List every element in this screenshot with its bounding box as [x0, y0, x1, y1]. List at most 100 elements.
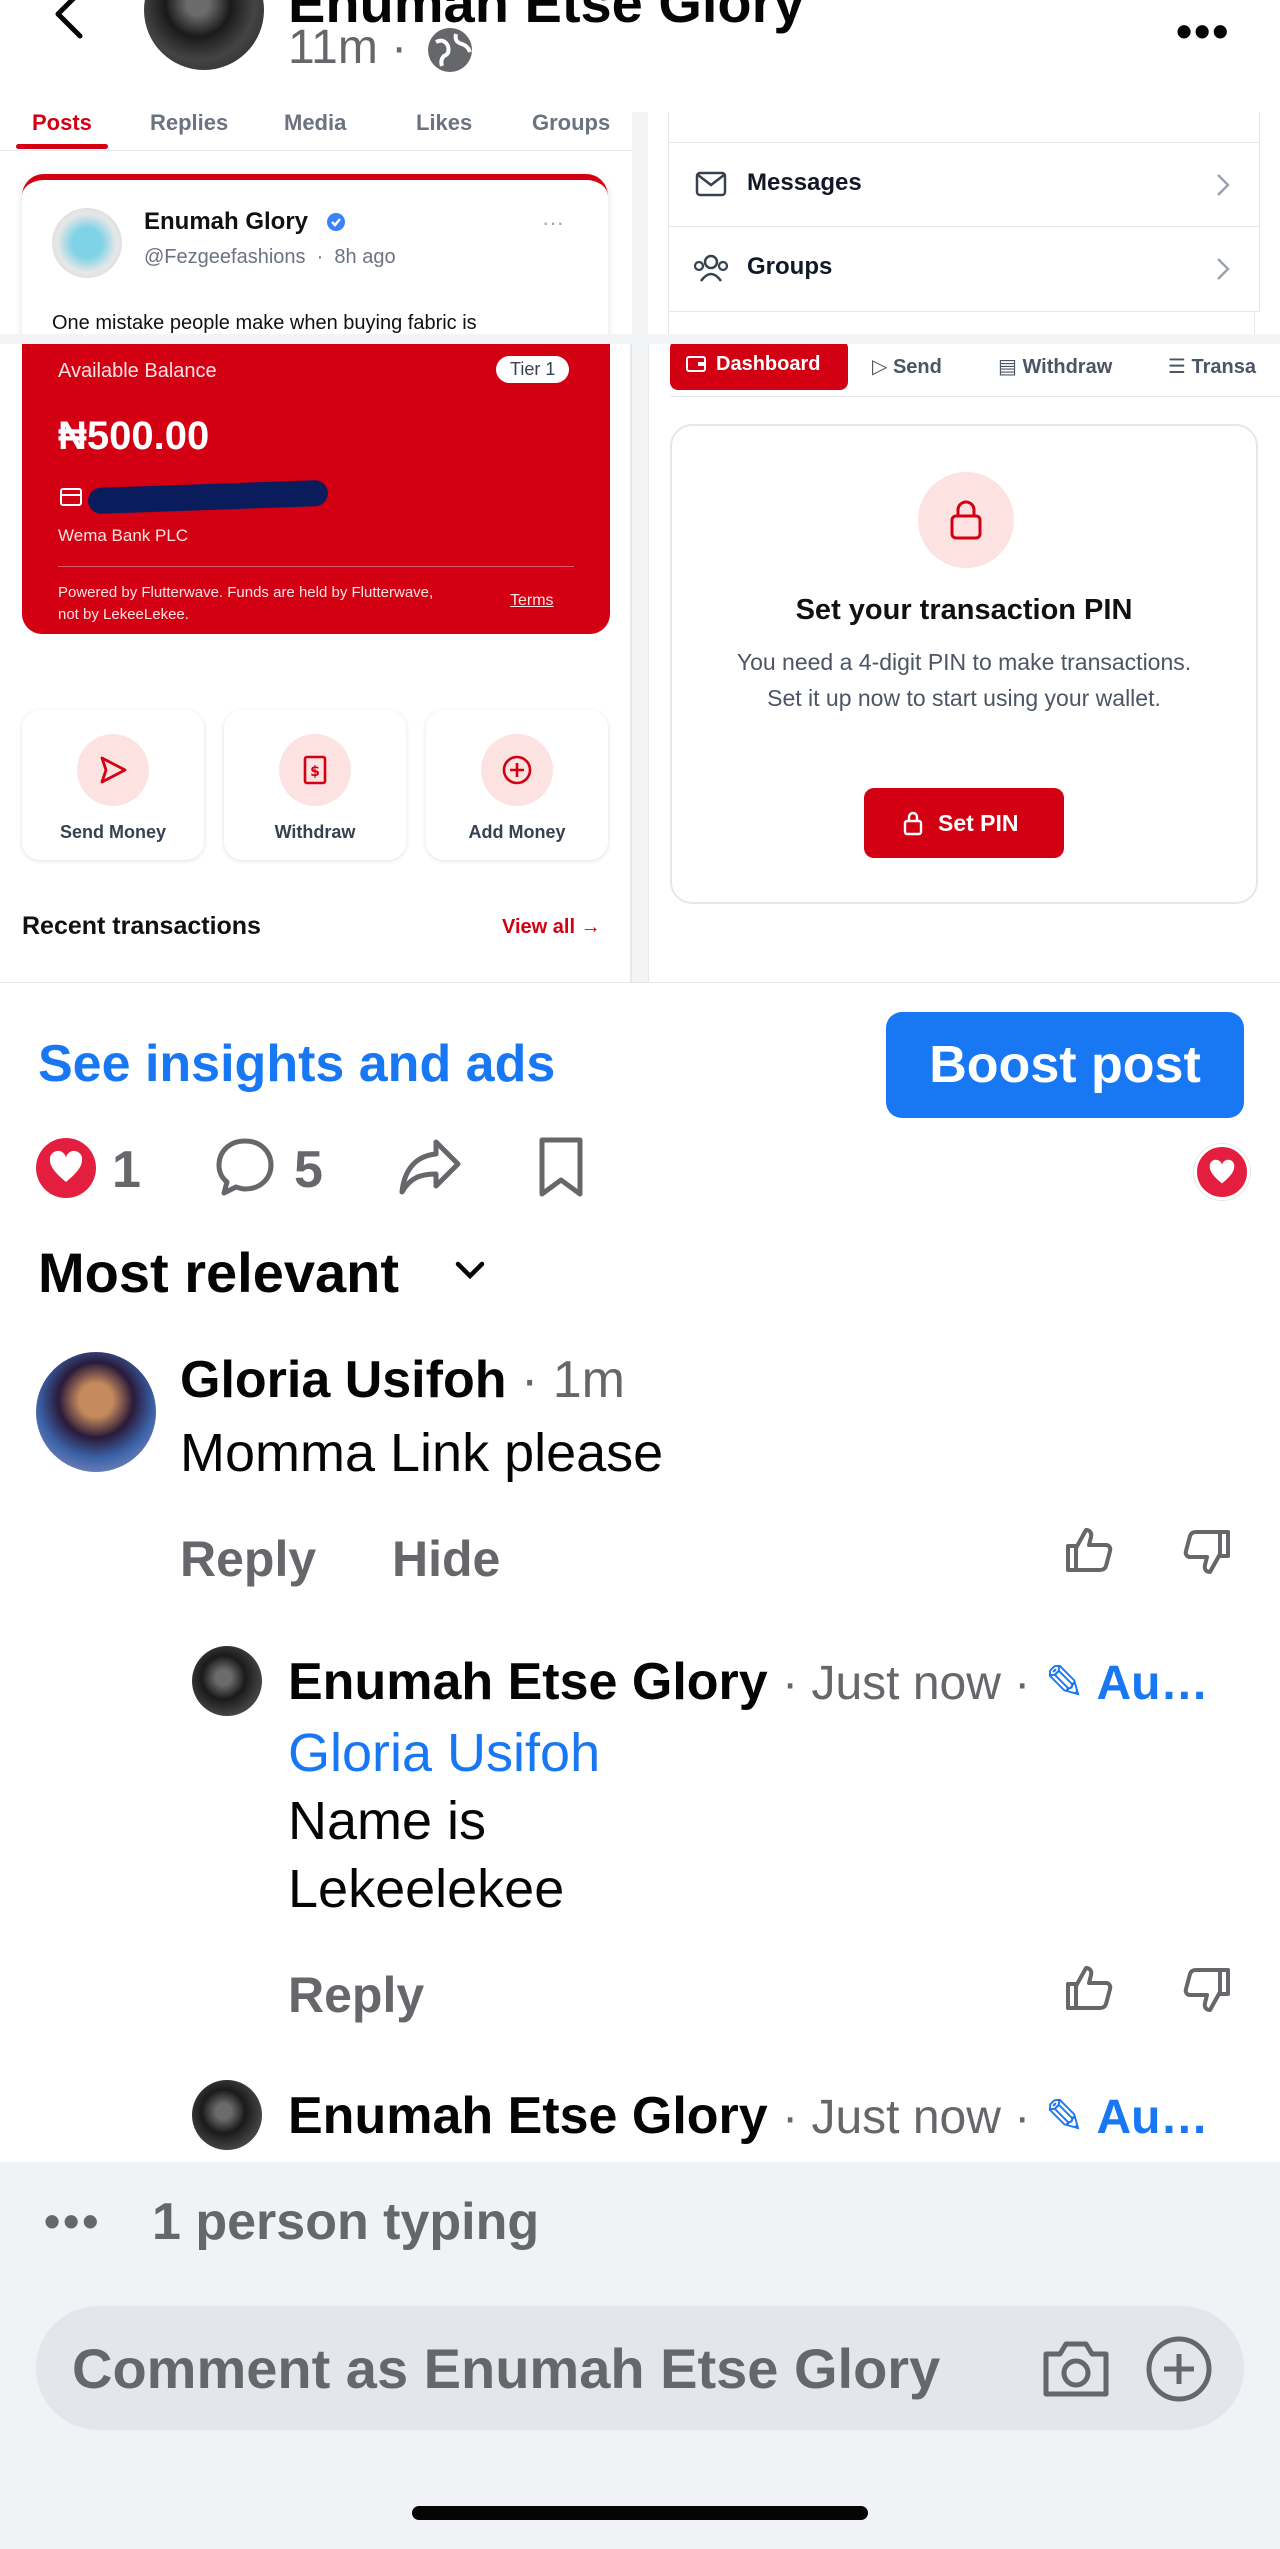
like-reaction[interactable]: [36, 1138, 96, 1198]
author-badge-label: Au…: [1096, 2091, 1209, 2144]
globe-icon: [428, 28, 472, 72]
post-card[interactable]: Enumah Glory @Fezgeefashions · 8h ago ··…: [22, 174, 608, 334]
send-money-action[interactable]: Send Money: [22, 710, 204, 860]
tier-badge: Tier 1: [496, 356, 570, 383]
thumbs-down-icon[interactable]: [1182, 1964, 1234, 2016]
tab-dashboard[interactable]: Dashboard: [670, 344, 848, 390]
set-pin-label: Set PIN: [938, 810, 1019, 836]
menu-row-hidden: [668, 112, 1260, 144]
divider: [58, 566, 574, 567]
divider: [0, 150, 632, 151]
add-money-action[interactable]: Add Money: [426, 710, 608, 860]
users-icon: [693, 254, 729, 282]
profile-panel: Posts Replies Media Likes Groups Enumah …: [0, 112, 632, 334]
withdraw-action[interactable]: $ Withdraw: [224, 710, 406, 860]
lock-icon: [903, 811, 923, 836]
tab-likes[interactable]: Likes: [416, 112, 472, 136]
tab-withdraw[interactable]: ▤ Withdraw: [998, 354, 1112, 379]
post-card-snippet: One mistake people make when buying fabr…: [52, 312, 477, 334]
add-circle-icon: [502, 755, 532, 785]
balance-amount: ₦500.00: [58, 414, 210, 458]
view-all-link[interactable]: View all →: [502, 916, 601, 939]
thumbs-up-icon[interactable]: [1062, 1962, 1114, 2014]
tab-groups[interactable]: Groups: [532, 112, 610, 136]
post-card-name: Enumah Glory: [144, 208, 309, 235]
reply-header: Enumah Etse Glory · Just now · ✎ Au…: [288, 1652, 1248, 1712]
boost-post-label: Boost post: [929, 1036, 1201, 1094]
sort-dropdown[interactable]: Most relevant: [38, 1240, 399, 1305]
reply-text-line1: Name is: [288, 1791, 487, 1851]
typing-dots-icon: •••: [44, 2195, 102, 2247]
post-image[interactable]: Posts Replies Media Likes Groups Enumah …: [0, 112, 1280, 983]
comment-icon[interactable]: [214, 1136, 276, 1198]
add-circle-icon[interactable]: [1144, 2334, 1214, 2404]
balance-card: Available Balance Tier 1 ₦500.00 Wema Ba…: [22, 344, 610, 634]
hide-button[interactable]: Hide: [392, 1530, 500, 1588]
thumbs-up-icon[interactable]: [1062, 1524, 1114, 1576]
chevron-down-icon[interactable]: [452, 1258, 488, 1282]
tab-label: Send: [892, 356, 942, 378]
tab-replies[interactable]: Replies: [150, 112, 228, 136]
tab-posts[interactable]: Posts: [32, 112, 92, 136]
see-insights-link[interactable]: See insights and ads: [38, 1034, 555, 1094]
home-indicator: [412, 2506, 868, 2520]
icon-circle: $: [279, 734, 351, 806]
lock-icon: [950, 500, 982, 540]
verified-icon: [327, 213, 345, 231]
comment-input[interactable]: Comment as Enumah Etse Glory: [36, 2306, 1244, 2430]
menu-panel: Messages Groups: [648, 112, 1280, 334]
action-label: Send Money: [59, 822, 166, 842]
lock-circle: [918, 472, 1014, 568]
view-all-label: View all: [502, 916, 576, 938]
post-card-handle: @Fezgeefashions · 8h ago: [144, 246, 396, 268]
post-card-handle-text: @Fezgeefashions: [144, 246, 306, 268]
comment-input-placeholder: Comment as Enumah Etse Glory: [72, 2337, 941, 2400]
panel-border: [648, 344, 649, 982]
reply-author-avatar[interactable]: [192, 2080, 262, 2150]
pin-description: You need a 4-digit PIN to make transacti…: [736, 649, 1192, 711]
typing-indicator: 1 person typing: [152, 2193, 540, 2251]
chevron-right-icon: [1217, 258, 1230, 280]
panel-border: [630, 344, 632, 982]
share-icon[interactable]: [398, 1136, 462, 1198]
thumbs-down-icon[interactable]: [1182, 1526, 1234, 1578]
reply-text-line2: Lekeelekee: [288, 1859, 565, 1919]
author-badge: ✎ Au…: [1044, 2091, 1209, 2144]
post-card-age: 8h ago: [334, 246, 396, 268]
reply-author-avatar[interactable]: [192, 1646, 262, 1716]
commenter-avatar[interactable]: [36, 1352, 156, 1472]
love-reaction-icon[interactable]: [1194, 1144, 1250, 1200]
bookmark-icon[interactable]: [536, 1136, 586, 1198]
icon-circle: [481, 734, 553, 806]
wallet-panel: Available Balance Tier 1 ₦500.00 Wema Ba…: [0, 344, 632, 982]
menu-item-label: Groups: [747, 253, 833, 280]
comment-author[interactable]: Gloria Usifoh: [180, 1351, 506, 1409]
boost-post-button[interactable]: Boost post: [886, 1012, 1244, 1118]
tab-media[interactable]: Media: [284, 112, 346, 136]
tab-transactions[interactable]: ☰ Transa: [1168, 354, 1256, 379]
camera-icon[interactable]: [1040, 2336, 1112, 2400]
menu-item-groups[interactable]: Groups: [668, 226, 1260, 312]
tab-send[interactable]: ▷ Send: [872, 354, 942, 379]
reply-button[interactable]: Reply: [288, 1966, 424, 2024]
composer-area: ••• 1 person typing Comment as Enumah Et…: [0, 2162, 1280, 2549]
powered-by-note: Powered by Flutterwave. Funds are held b…: [58, 584, 434, 623]
reply-mention[interactable]: Gloria Usifoh: [288, 1722, 600, 1784]
menu-item-messages[interactable]: Messages: [668, 142, 1260, 228]
reply-button[interactable]: Reply: [180, 1530, 316, 1588]
balance-label: Available Balance: [58, 360, 217, 382]
post-age: 11m ·: [288, 21, 408, 74]
like-count: 1: [112, 1141, 141, 1199]
comment-text: Momma Link please: [180, 1423, 664, 1483]
back-arrow-icon[interactable]: [40, 0, 100, 46]
mail-icon: [695, 171, 727, 197]
terms-link[interactable]: Terms: [510, 592, 554, 610]
reply-author[interactable]: Enumah Etse Glory: [288, 2087, 768, 2145]
set-pin-button[interactable]: Set PIN: [864, 788, 1064, 858]
author-avatar[interactable]: [144, 0, 264, 70]
reply-author[interactable]: Enumah Etse Glory: [288, 1653, 768, 1711]
more-options-icon[interactable]: •••: [1176, 4, 1230, 58]
post-header: Enumah Etse Glory 11m · •••: [0, 0, 1280, 113]
comment-header: Gloria Usifoh · 1m: [180, 1350, 625, 1410]
post-card-more-icon[interactable]: ···: [542, 210, 564, 236]
